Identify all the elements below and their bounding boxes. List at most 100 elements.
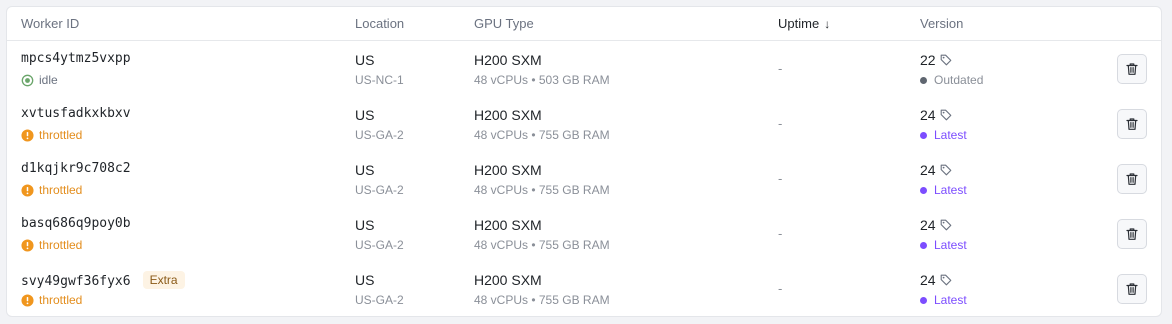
column-header-location[interactable]: Location — [355, 16, 404, 31]
worker-id-cell: basq686q9poy0b — [21, 216, 131, 231]
uptime-value: - — [778, 61, 783, 76]
worker-status: throttled — [21, 183, 82, 197]
table-header: Worker ID Location GPU Type Uptime ↓ Vers… — [7, 7, 1161, 41]
worker-status-label: throttled — [39, 238, 83, 252]
version-status-dot — [920, 241, 927, 249]
column-header-gpu-type[interactable]: GPU Type — [474, 16, 534, 31]
sort-descending-icon: ↓ — [824, 17, 831, 31]
version-status: Latest — [920, 128, 967, 142]
version-label: 24 — [920, 162, 936, 178]
worker-status: throttled — [21, 238, 82, 252]
extra-badge: Extra — [142, 271, 185, 289]
delete-worker-button[interactable] — [1117, 274, 1147, 304]
delete-worker-button[interactable] — [1117, 164, 1147, 194]
worker-id[interactable]: xvtusfadkxkbxv — [21, 106, 131, 121]
idle-status-icon — [21, 74, 34, 86]
location-region: US-NC-1 — [355, 73, 404, 87]
version-status-dot — [920, 76, 927, 84]
tag-icon — [940, 54, 951, 66]
column-header-version[interactable]: Version — [920, 16, 963, 31]
warning-status-icon — [21, 293, 34, 307]
table-body: mpcs4ytmz5vxpp idle US US-NC-1 H200 SXM … — [7, 41, 1161, 316]
gpu-specs: 48 vCPUs • 755 GB RAM — [474, 293, 610, 307]
version-status-label: Latest — [934, 183, 967, 197]
location-region: US-GA-2 — [355, 183, 404, 197]
table-row[interactable]: mpcs4ytmz5vxpp idle US US-NC-1 H200 SXM … — [7, 41, 1161, 96]
version-status: Outdated — [920, 73, 983, 87]
column-header-uptime[interactable]: Uptime ↓ — [778, 16, 830, 31]
version-number: 24 — [920, 107, 952, 123]
version-status-label: Latest — [934, 238, 967, 252]
worker-id-cell: xvtusfadkxkbxv — [21, 106, 131, 121]
table-row[interactable]: xvtusfadkxkbxv throttled US US-GA-2 H200… — [7, 96, 1161, 151]
trash-icon — [1126, 173, 1138, 185]
version-label: 24 — [920, 272, 936, 288]
column-header-worker-id[interactable]: Worker ID — [21, 16, 79, 31]
delete-worker-button[interactable] — [1117, 54, 1147, 84]
gpu-specs: 48 vCPUs • 755 GB RAM — [474, 183, 610, 197]
workers-table: Worker ID Location GPU Type Uptime ↓ Vers… — [6, 6, 1162, 317]
version-status: Latest — [920, 238, 967, 252]
worker-id-cell: d1kqjkr9c708c2 — [21, 161, 131, 176]
gpu-type: H200 SXM — [474, 107, 542, 123]
version-status-label: Latest — [934, 293, 967, 307]
worker-id[interactable]: d1kqjkr9c708c2 — [21, 161, 131, 176]
version-label: 24 — [920, 107, 936, 123]
trash-icon — [1126, 228, 1138, 240]
gpu-type: H200 SXM — [474, 52, 542, 68]
uptime-value: - — [778, 171, 783, 186]
version-number: 24 — [920, 162, 952, 178]
location-country: US — [355, 52, 375, 68]
location-country: US — [355, 107, 375, 123]
delete-worker-button[interactable] — [1117, 109, 1147, 139]
version-status-dot — [920, 131, 927, 139]
worker-status-label: throttled — [39, 293, 83, 307]
worker-id[interactable]: mpcs4ytmz5vxpp — [21, 51, 131, 66]
version-number: 24 — [920, 217, 952, 233]
gpu-type: H200 SXM — [474, 217, 542, 233]
version-number: 24 — [920, 272, 952, 288]
version-status-dot — [920, 186, 927, 194]
gpu-specs: 48 vCPUs • 755 GB RAM — [474, 238, 610, 252]
tag-icon — [940, 274, 951, 286]
uptime-value: - — [778, 281, 783, 296]
worker-id[interactable]: basq686q9poy0b — [21, 216, 131, 231]
location-region: US-GA-2 — [355, 238, 404, 252]
tag-icon — [940, 219, 951, 231]
worker-status-label: throttled — [39, 183, 83, 197]
worker-id[interactable]: svy49gwf36fyx6 — [21, 274, 131, 289]
table-row[interactable]: d1kqjkr9c708c2 throttled US US-GA-2 H200… — [7, 151, 1161, 206]
version-label: 24 — [920, 217, 936, 233]
worker-id-cell: svy49gwf36fyx6 Extra — [21, 271, 185, 289]
tag-icon — [940, 164, 951, 176]
worker-status-label: idle — [39, 73, 58, 87]
location-region: US-GA-2 — [355, 128, 404, 142]
trash-icon — [1126, 283, 1138, 295]
location-region: US-GA-2 — [355, 293, 404, 307]
tag-icon — [940, 109, 951, 121]
worker-status: throttled — [21, 128, 82, 142]
version-number: 22 — [920, 52, 952, 68]
version-status-dot — [920, 296, 927, 304]
location-country: US — [355, 217, 375, 233]
warning-status-icon — [21, 128, 34, 142]
location-country: US — [355, 272, 375, 288]
trash-icon — [1126, 63, 1138, 75]
table-row[interactable]: svy49gwf36fyx6 Extra throttled US US-GA-2… — [7, 261, 1161, 316]
version-label: 22 — [920, 52, 936, 68]
warning-status-icon — [21, 183, 34, 197]
uptime-header-label: Uptime — [778, 16, 820, 31]
delete-worker-button[interactable] — [1117, 219, 1147, 249]
worker-status: idle — [21, 73, 58, 87]
trash-icon — [1126, 118, 1138, 130]
worker-id-cell: mpcs4ytmz5vxpp — [21, 51, 131, 66]
warning-status-icon — [21, 238, 34, 252]
location-country: US — [355, 162, 375, 178]
table-row[interactable]: basq686q9poy0b throttled US US-GA-2 H200… — [7, 206, 1161, 261]
gpu-type: H200 SXM — [474, 162, 542, 178]
version-status-label: Outdated — [934, 73, 984, 87]
worker-status-label: throttled — [39, 128, 83, 142]
uptime-value: - — [778, 226, 783, 241]
gpu-specs: 48 vCPUs • 503 GB RAM — [474, 73, 610, 87]
worker-status: throttled — [21, 293, 82, 307]
